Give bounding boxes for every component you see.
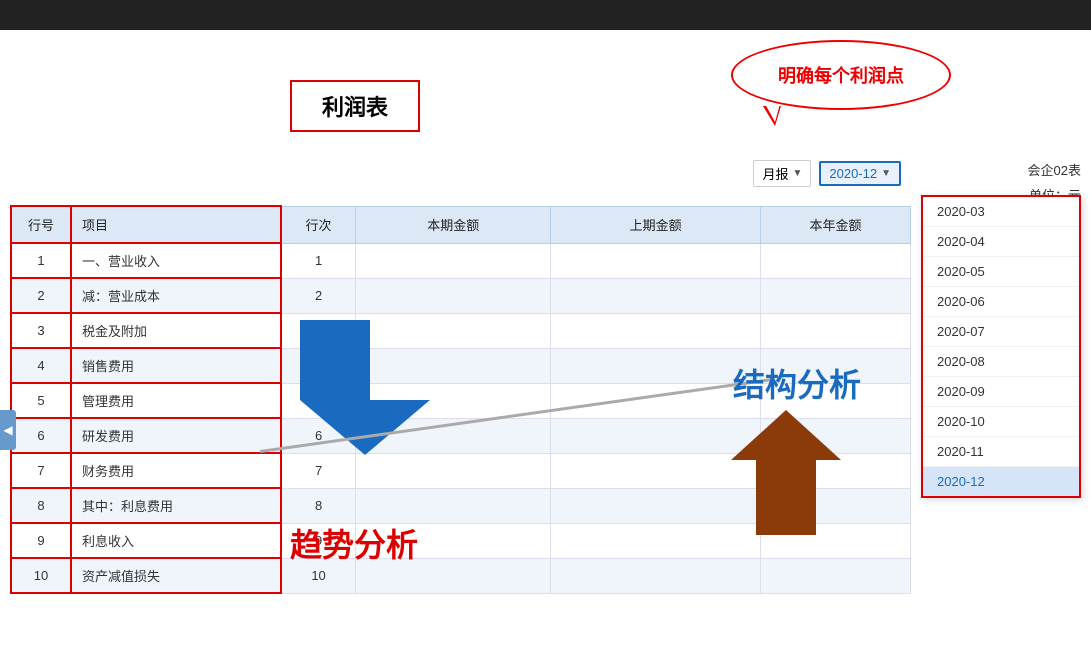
period-type-label: 月报: [762, 164, 788, 183]
dropdown-item-2020-07[interactable]: 2020-07: [923, 317, 1079, 347]
cell-prev: [551, 558, 761, 593]
cell-ytd: [761, 243, 911, 278]
cell-id: 7: [11, 453, 71, 488]
dropdown-item-2020-12[interactable]: 2020-12: [923, 467, 1079, 496]
dropdown-item-2020-04[interactable]: 2020-04: [923, 227, 1079, 257]
cell-seq: 2: [281, 278, 356, 313]
col-header-name: 项目: [71, 206, 281, 243]
period-value-select[interactable]: 2020-12 ▼: [819, 161, 901, 186]
top-bar: [0, 0, 1091, 30]
cell-id: 8: [11, 488, 71, 523]
cell-name: 税金及附加: [71, 313, 281, 348]
cell-current: [356, 278, 551, 313]
col-header-ytd: 本年金额: [761, 206, 911, 243]
cell-prev: [551, 418, 761, 453]
toolbar: 月报 ▼ 2020-12 ▼: [753, 160, 901, 187]
cell-name: 减：营业成本: [71, 278, 281, 313]
cell-ytd: [761, 558, 911, 593]
side-btn-icon: ◀: [3, 423, 12, 437]
cell-id: 10: [11, 558, 71, 593]
cell-prev: [551, 383, 761, 418]
col-header-seq: 行次: [281, 206, 356, 243]
cell-name: 研发费用: [71, 418, 281, 453]
dropdown-item-2020-11[interactable]: 2020-11: [923, 437, 1079, 467]
cell-name: 其中：利息费用: [71, 488, 281, 523]
cell-prev: [551, 348, 761, 383]
cell-seq: 8: [281, 488, 356, 523]
col-header-current: 本期金额: [356, 206, 551, 243]
cell-prev: [551, 313, 761, 348]
main-area: 明确每个利润点 利润表 会企02表 单位：元 月报 ▼ 2020-12 ▼ 20…: [0, 30, 1091, 654]
cell-name: 销售费用: [71, 348, 281, 383]
cell-id: 2: [11, 278, 71, 313]
side-collapse-button[interactable]: ◀: [0, 410, 16, 450]
col-header-prev: 上期金额: [551, 206, 761, 243]
cell-prev: [551, 278, 761, 313]
cell-seq: 7: [281, 453, 356, 488]
cell-id: 5: [11, 383, 71, 418]
qushi-label: 趋势分析: [290, 520, 418, 566]
table-row: 10资产减值损失10: [11, 558, 911, 593]
page-title: 利润表: [290, 80, 420, 132]
dropdown-item-2020-06[interactable]: 2020-06: [923, 287, 1079, 317]
cell-prev: [551, 488, 761, 523]
cell-id: 9: [11, 523, 71, 558]
period-value-label: 2020-12: [829, 166, 877, 181]
speech-bubble: 明确每个利润点: [731, 40, 951, 110]
jiegou-label: 结构分析: [733, 360, 861, 406]
brown-up-arrow: [731, 410, 841, 535]
col-header-id: 行号: [11, 206, 71, 243]
table-row: 1一、营业收入1: [11, 243, 911, 278]
dropdown-item-2020-10[interactable]: 2020-10: [923, 407, 1079, 437]
period-value-chevron: ▼: [881, 168, 891, 179]
cell-seq: 1: [281, 243, 356, 278]
dropdown-item-2020-03[interactable]: 2020-03: [923, 197, 1079, 227]
cell-id: 4: [11, 348, 71, 383]
table-row: 2减：营业成本2: [11, 278, 911, 313]
cell-current: [356, 488, 551, 523]
dropdown-item-2020-08[interactable]: 2020-08: [923, 347, 1079, 377]
dropdown-item-2020-05[interactable]: 2020-05: [923, 257, 1079, 287]
cell-prev: [551, 453, 761, 488]
company-label: 会企02表: [1028, 160, 1081, 179]
cell-name: 利息收入: [71, 523, 281, 558]
cell-prev: [551, 523, 761, 558]
cell-name: 资产减值损失: [71, 558, 281, 593]
cell-id: 6: [11, 418, 71, 453]
period-type-chevron: ▼: [792, 168, 802, 179]
cell-id: 3: [11, 313, 71, 348]
cell-prev: [551, 243, 761, 278]
cell-name: 财务费用: [71, 453, 281, 488]
cell-ytd: [761, 313, 911, 348]
bubble-text: 明确每个利润点: [778, 62, 904, 88]
cell-current: [356, 348, 551, 383]
cell-current: [356, 453, 551, 488]
dropdown-item-2020-09[interactable]: 2020-09: [923, 377, 1079, 407]
cell-name: 一、营业收入: [71, 243, 281, 278]
table-row: 3税金及附加3: [11, 313, 911, 348]
period-type-select[interactable]: 月报 ▼: [753, 160, 811, 187]
cell-current: [356, 313, 551, 348]
cell-current: [356, 243, 551, 278]
cell-id: 1: [11, 243, 71, 278]
cell-name: 管理费用: [71, 383, 281, 418]
period-dropdown: 2020-03 2020-04 2020-05 2020-06 2020-07 …: [921, 195, 1081, 498]
cell-ytd: [761, 278, 911, 313]
